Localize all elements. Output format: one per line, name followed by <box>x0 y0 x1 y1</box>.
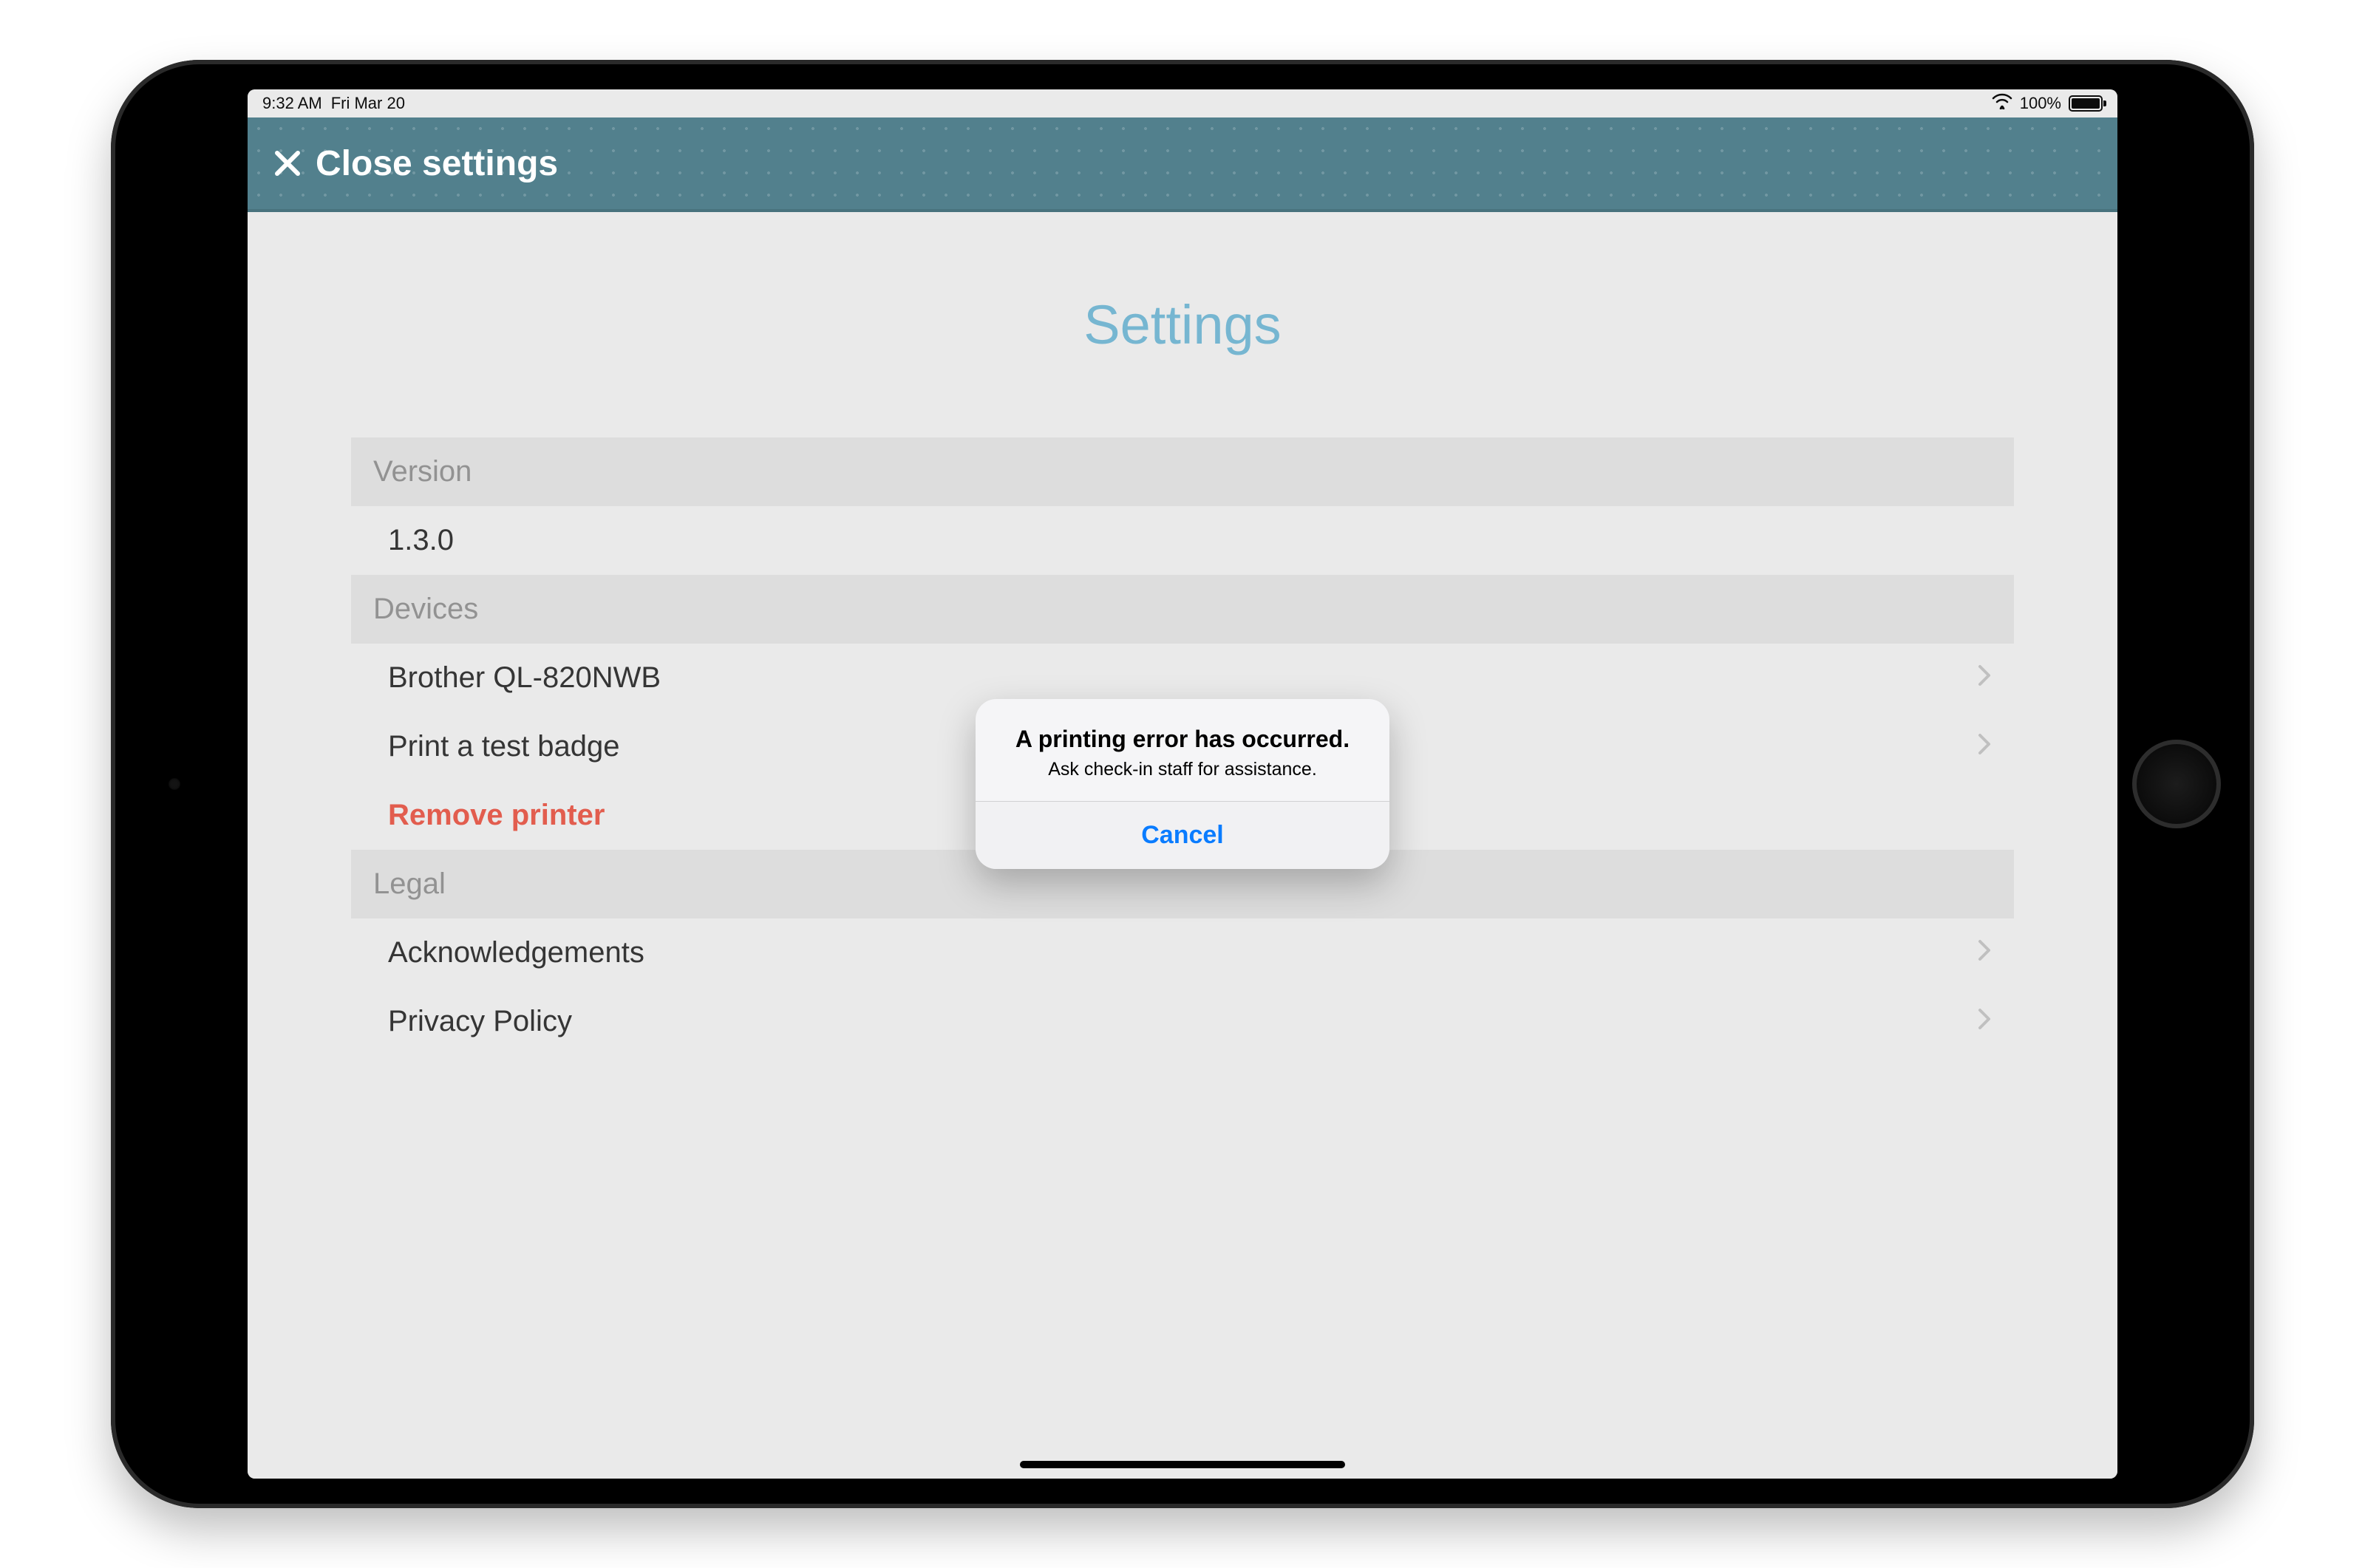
alert-message: Ask check-in staff for assistance. <box>998 759 1367 780</box>
home-button[interactable] <box>2132 740 2221 828</box>
front-camera <box>169 778 180 790</box>
alert-dialog: A printing error has occurred. Ask check… <box>976 699 1389 869</box>
screen: 9:32 AM Fri Mar 20 100% <box>248 89 2117 1479</box>
home-indicator[interactable] <box>1020 1461 1345 1468</box>
alert-cancel-button[interactable]: Cancel <box>976 802 1389 869</box>
alert-title: A printing error has occurred. <box>998 726 1367 753</box>
ipad-device-frame: 9:32 AM Fri Mar 20 100% <box>111 60 2254 1508</box>
